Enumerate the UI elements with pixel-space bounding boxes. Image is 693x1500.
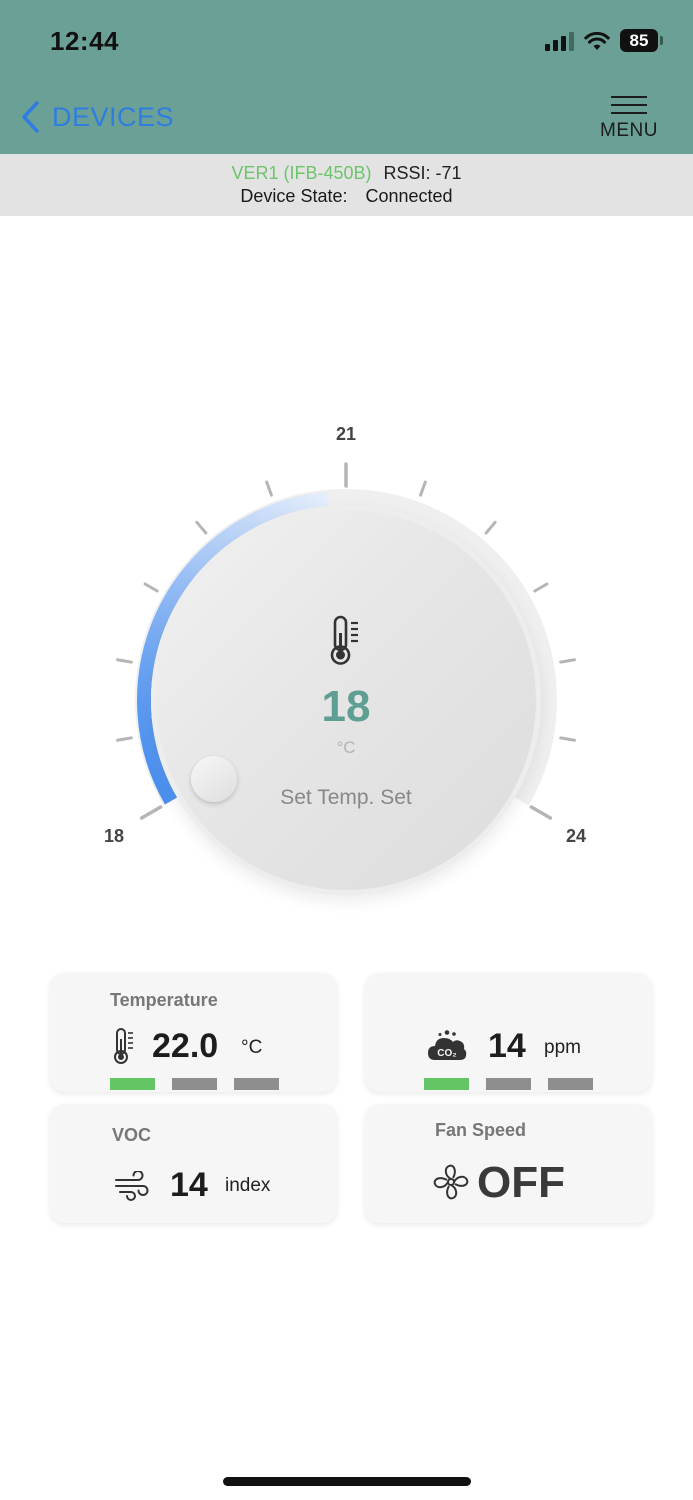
status-icons: 85: [545, 29, 663, 52]
voc-card: VOC 14 index: [50, 1104, 337, 1223]
voc-card-title: VOC: [112, 1125, 152, 1145]
home-indicator[interactable]: [223, 1477, 471, 1486]
temperature-level-bars: [110, 1078, 279, 1090]
dial-tick: [419, 480, 427, 497]
dial-max-label: 24: [566, 826, 587, 846]
dial-tick: [484, 520, 497, 535]
dial-mid-label: 21: [336, 424, 357, 444]
app-header: 12:44 85 DEVICES MENU: [0, 0, 693, 154]
level-bar: [424, 1078, 469, 1090]
status-time: 12:44: [50, 26, 119, 56]
wind-icon: [115, 1171, 149, 1201]
wifi-icon: [584, 31, 610, 50]
back-button[interactable]: DEVICES: [20, 100, 174, 134]
battery-icon: 85: [620, 29, 663, 52]
svg-text:CO₂: CO₂: [437, 1048, 456, 1059]
rssi-value: RSSI: -71: [383, 163, 462, 183]
menu-button[interactable]: MENU: [599, 96, 659, 142]
thermometer-icon: [330, 615, 358, 665]
voc-value: 14: [170, 1166, 208, 1204]
dial-min-label: 18: [104, 826, 125, 846]
battery-level: 85: [620, 29, 658, 52]
cellular-signal-icon: [545, 31, 574, 51]
device-state-value: Connected: [365, 186, 453, 206]
set-temperature-value: 18: [321, 682, 371, 731]
set-temperature-unit: °C: [336, 738, 356, 757]
set-temperature-label: Set Temp. Set: [280, 786, 412, 809]
co2-cloud-icon: CO₂: [428, 1030, 467, 1060]
level-bar: [234, 1078, 279, 1090]
co2-level-bars: [424, 1078, 593, 1090]
fan-speed-card-title: Fan Speed: [435, 1120, 527, 1140]
dial-tick: [195, 520, 208, 535]
co2-card: CO₂ 14 ppm: [365, 973, 652, 1092]
device-name: VER1 (IFB-450B): [231, 163, 372, 183]
temperature-card-title: Temperature: [110, 990, 218, 1010]
device-info-strip: VER1 (IFB-450B) RSSI: -71 Device State: Co…: [0, 154, 693, 216]
temperature-dial[interactable]: 21 18 24 18 °C Set Temp. Set: [96, 420, 596, 920]
fan-icon: [433, 1164, 469, 1200]
back-button-label: DEVICES: [52, 101, 175, 132]
voc-unit: index: [225, 1175, 271, 1196]
menu-button-label: MENU: [600, 120, 658, 141]
temperature-card: Temperature 22.0 °C: [50, 973, 337, 1092]
dial-tick: [265, 480, 273, 497]
dial-knob-handle[interactable]: [191, 756, 237, 802]
fan-speed-value: OFF: [477, 1158, 565, 1207]
co2-value: 14: [488, 1027, 526, 1065]
chevron-left-icon: [22, 101, 39, 133]
temperature-unit: °C: [241, 1037, 263, 1058]
thermometer-icon: [114, 1028, 133, 1064]
dial-tick: [116, 658, 133, 664]
co2-unit: ppm: [544, 1037, 581, 1058]
fan-speed-card[interactable]: Fan Speed OFF: [365, 1104, 652, 1223]
level-bar: [486, 1078, 531, 1090]
temperature-value: 22.0: [152, 1027, 219, 1065]
device-state-label: Device State:: [240, 186, 348, 206]
level-bar: [110, 1078, 155, 1090]
dial-tick: [559, 658, 576, 664]
dial-tick: [143, 582, 159, 593]
hamburger-icon: [611, 96, 647, 114]
level-bar: [548, 1078, 593, 1090]
level-bar: [172, 1078, 217, 1090]
dial-tick: [533, 582, 549, 593]
